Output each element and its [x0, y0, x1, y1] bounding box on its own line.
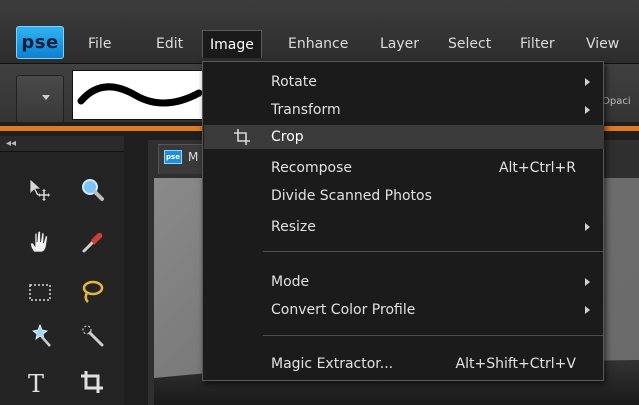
menu-item-shortcut: Alt+Ctrl+R: [498, 160, 576, 176]
menu-item-rotate[interactable]: Rotate: [204, 70, 604, 94]
menu-file[interactable]: File: [88, 30, 111, 58]
move-tool-icon[interactable]: [24, 174, 56, 206]
lasso-tool-icon[interactable]: [76, 276, 108, 308]
image-menu-dropdown: Rotate Transform Crop Recompose Alt+Ctrl…: [202, 61, 604, 381]
zoom-tool-icon[interactable]: [76, 174, 108, 206]
tools-panel: T: [0, 152, 124, 405]
menu-edit[interactable]: Edit: [156, 30, 183, 58]
collapse-panel-icon[interactable]: ◂◂: [6, 138, 16, 149]
submenu-arrow-icon: [585, 306, 590, 314]
svg-text:T: T: [28, 370, 44, 396]
menu-item-transform[interactable]: Transform: [204, 98, 604, 122]
menu-item-recompose[interactable]: Recompose Alt+Ctrl+R: [204, 156, 604, 180]
menu-separator: [263, 335, 603, 336]
brush-stroke-preview[interactable]: [72, 70, 208, 120]
menu-item-convert-color-profile[interactable]: Convert Color Profile: [204, 298, 604, 322]
submenu-arrow-icon: [585, 223, 590, 231]
menu-item-label: Recompose: [271, 160, 352, 176]
menu-enhance[interactable]: Enhance: [288, 30, 348, 58]
menu-item-magic-extractor[interactable]: Magic Extractor... Alt+Shift+Ctrl+V: [204, 352, 604, 376]
menu-item-label: Divide Scanned Photos: [271, 188, 432, 204]
menu-filter[interactable]: Filter: [520, 30, 555, 58]
submenu-arrow-icon: [585, 106, 590, 114]
type-tool-icon[interactable]: T: [22, 366, 54, 398]
menu-item-label: Magic Extractor...: [271, 356, 394, 372]
menu-select[interactable]: Select: [448, 30, 491, 58]
menu-image[interactable]: Image: [202, 30, 262, 58]
menu-view[interactable]: View: [586, 30, 619, 58]
document-tab-label: M: [188, 150, 199, 164]
menu-item-label: Crop: [271, 129, 304, 145]
opacity-label: Opaci: [602, 96, 631, 107]
hand-tool-icon[interactable]: [24, 226, 56, 258]
menu-item-resize[interactable]: Resize: [204, 215, 604, 239]
menu-layer[interactable]: Layer: [380, 30, 419, 58]
menu-item-label: Transform: [271, 102, 341, 118]
crop-icon: [232, 127, 252, 147]
menu-item-label: Convert Color Profile: [271, 302, 416, 318]
menu-item-divide-scanned-photos[interactable]: Divide Scanned Photos: [204, 184, 604, 208]
menu-item-crop[interactable]: Crop: [204, 125, 604, 149]
app-logo: pse: [16, 26, 64, 59]
menu-item-label: Rotate: [271, 74, 317, 90]
menu-item-label: Resize: [271, 219, 316, 235]
crop-tool-icon[interactable]: [76, 366, 108, 398]
menu-item-shortcut: Alt+Shift+Ctrl+V: [455, 356, 576, 372]
menu-item-mode[interactable]: Mode: [204, 270, 604, 294]
tools-panel-header: [0, 136, 124, 152]
magic-wand-tool-icon[interactable]: [24, 320, 56, 352]
brush-preset-picker[interactable]: [16, 75, 64, 123]
submenu-arrow-icon: [585, 78, 590, 86]
rectangular-marquee-tool-icon[interactable]: [24, 276, 56, 308]
menu-bar: pse File Edit Image Enhance Layer Select…: [0, 0, 639, 64]
eyedropper-tool-icon[interactable]: [76, 226, 108, 258]
document-file-icon: pse: [164, 150, 182, 164]
menu-separator: [263, 251, 603, 252]
submenu-arrow-icon: [585, 278, 590, 286]
chevron-down-icon: [42, 95, 50, 100]
quick-selection-tool-icon[interactable]: [76, 320, 108, 352]
menu-item-label: Mode: [271, 274, 310, 290]
brush-stroke-icon: [77, 83, 203, 107]
